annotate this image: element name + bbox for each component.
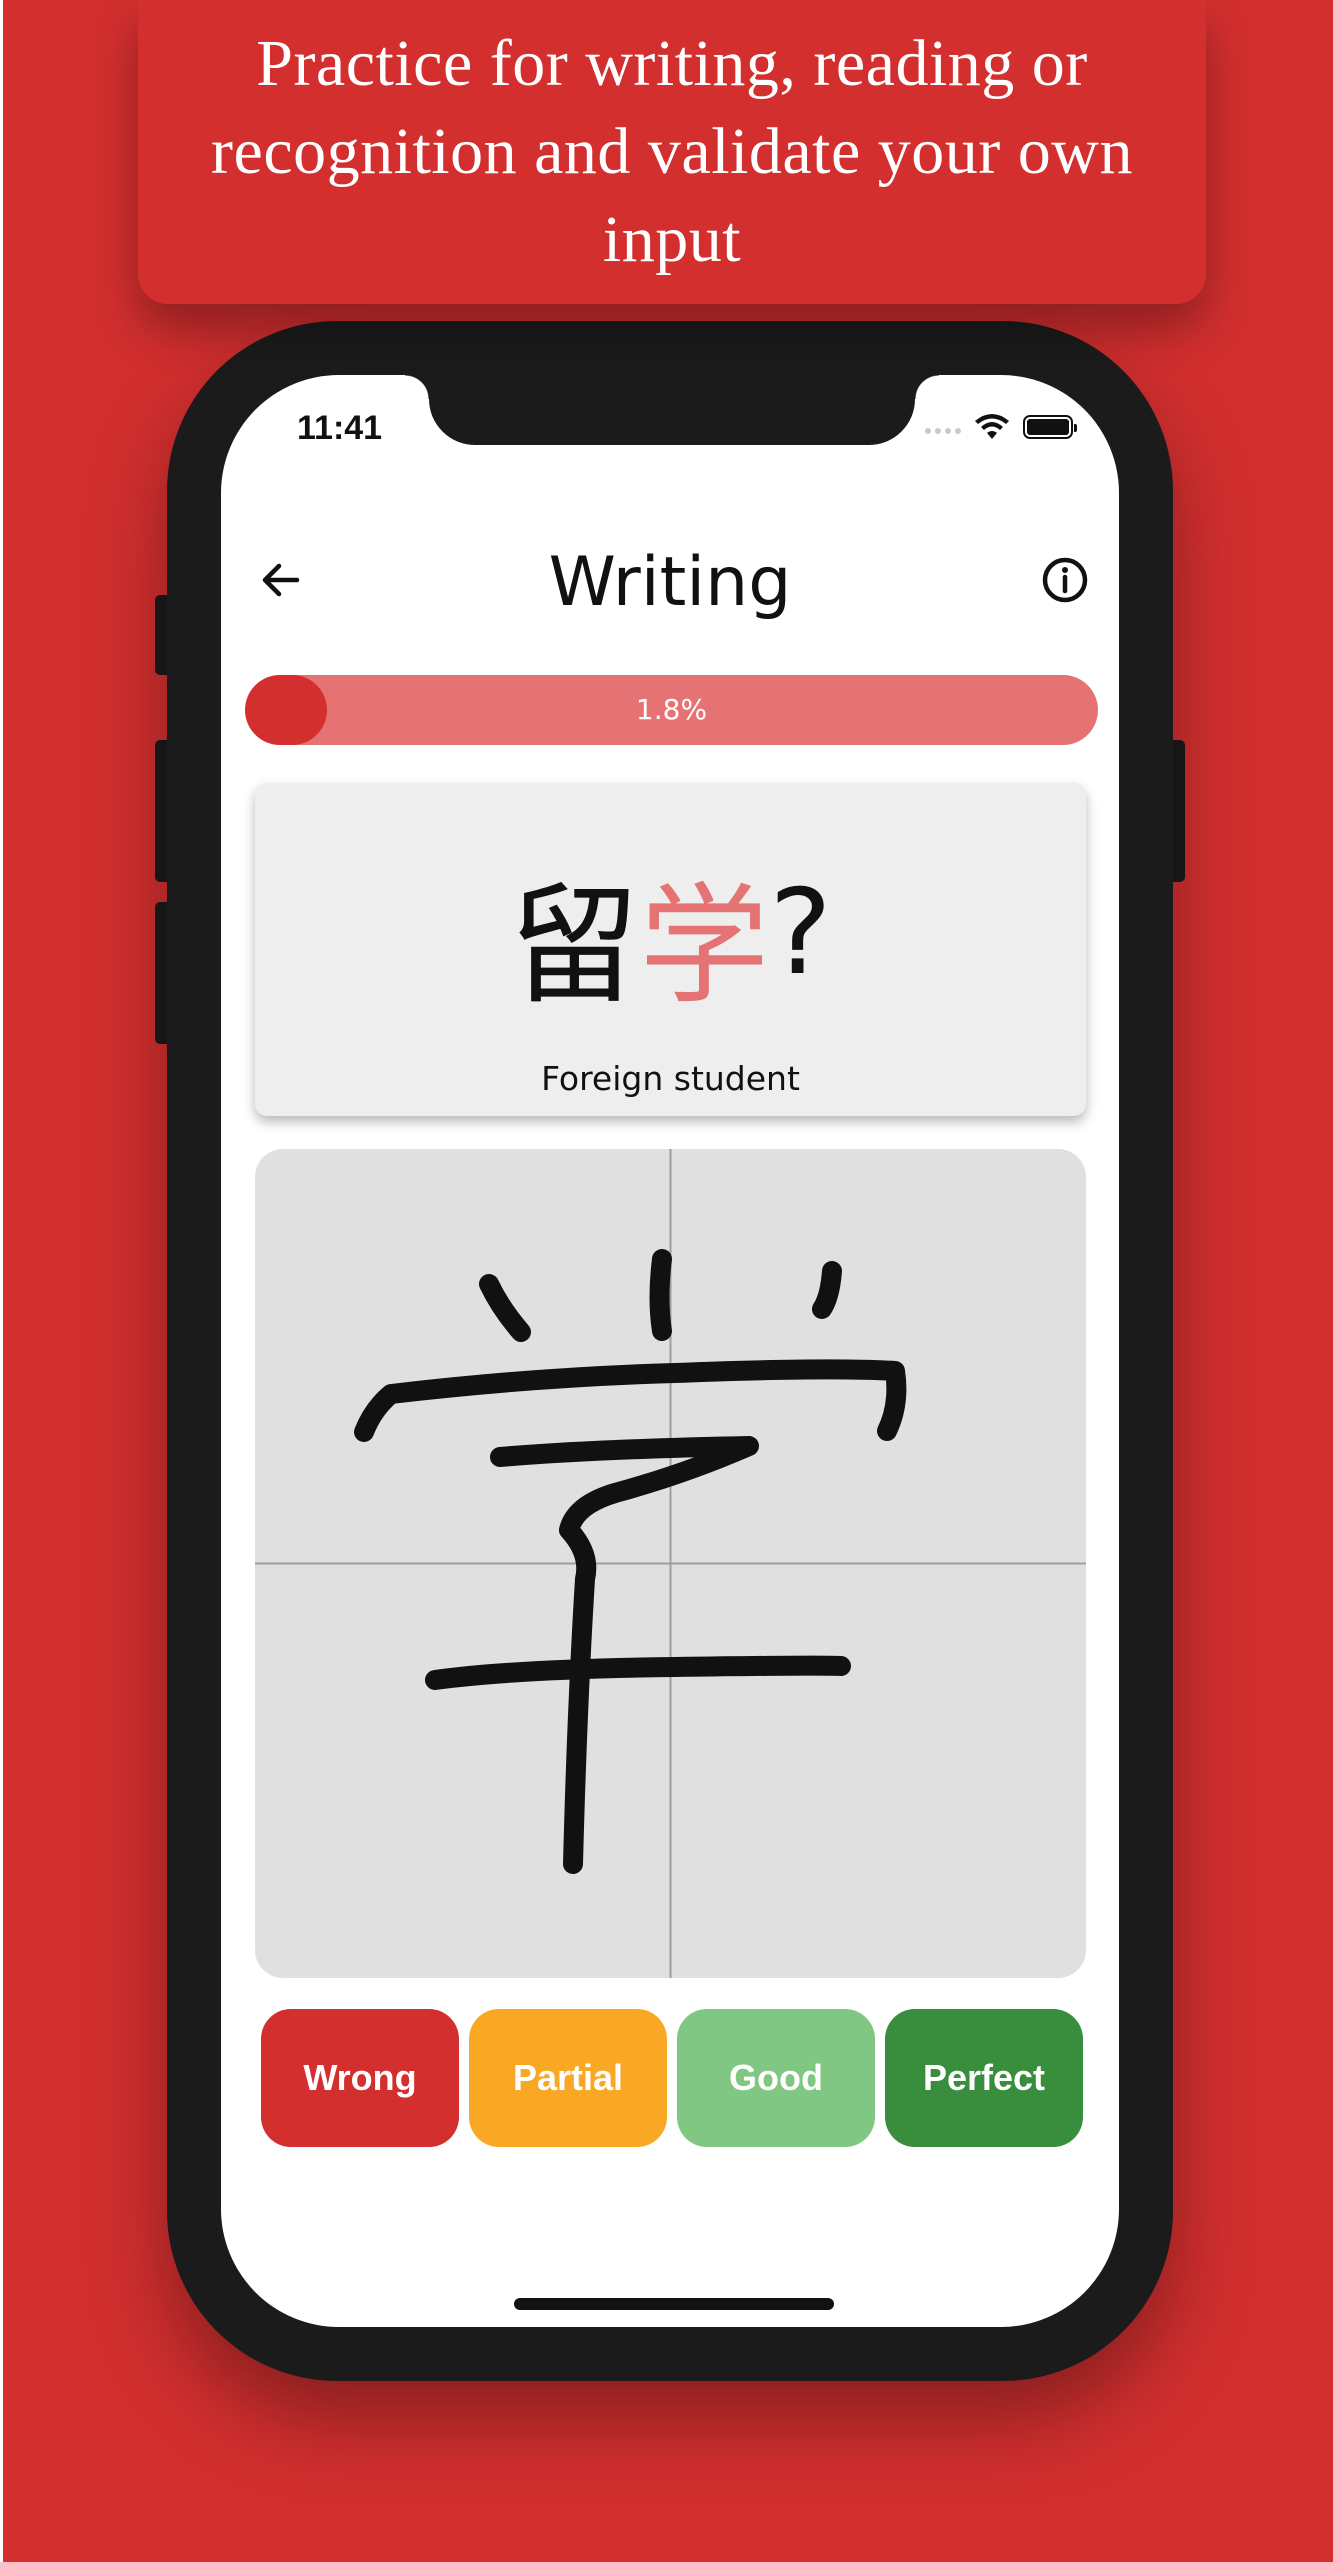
target-character: 学 (639, 870, 770, 1022)
home-indicator[interactable] (514, 2298, 834, 2310)
info-button[interactable] (1035, 550, 1095, 610)
drawing-canvas[interactable] (255, 1149, 1086, 1978)
progress-bar: 1.8% (245, 675, 1098, 745)
promo-caption: Practice for writing, reading or recogni… (138, 0, 1206, 304)
signal-icon (925, 420, 961, 434)
phone-screen: 11:41 Writing 1.8% 留学? Foreign student W… (221, 375, 1119, 2327)
info-icon (1042, 557, 1088, 603)
wrong-button[interactable]: Wrong (261, 2009, 459, 2147)
question-mark: ? (769, 863, 832, 1001)
perfect-button[interactable]: Perfect (885, 2009, 1083, 2147)
progress-label: 1.8% (635, 693, 708, 726)
prompt-word: 留学? (255, 863, 1086, 1025)
page-title: Writing (548, 543, 792, 622)
status-time: 11:41 (297, 409, 383, 447)
status-icons (925, 413, 1077, 441)
wifi-icon (975, 414, 1009, 439)
app-bar: Writing (221, 525, 1119, 635)
handwritten-strokes (354, 1249, 907, 1874)
phone-frame: 11:41 Writing 1.8% 留学? Foreign student W… (167, 321, 1173, 2381)
notch (405, 375, 939, 445)
frame-edge (0, 0, 3, 2562)
grade-buttons: Wrong Partial Good Perfect (261, 2009, 1083, 2147)
partial-button[interactable]: Partial (469, 2009, 667, 2147)
good-button[interactable]: Good (677, 2009, 875, 2147)
prompt-card: 留学? Foreign student (255, 783, 1086, 1116)
known-character: 留 (509, 870, 640, 1022)
prompt-meaning: Foreign student (541, 1059, 800, 1098)
caption-text: Practice for writing, reading or recogni… (211, 27, 1133, 276)
battery-icon (1023, 415, 1077, 439)
